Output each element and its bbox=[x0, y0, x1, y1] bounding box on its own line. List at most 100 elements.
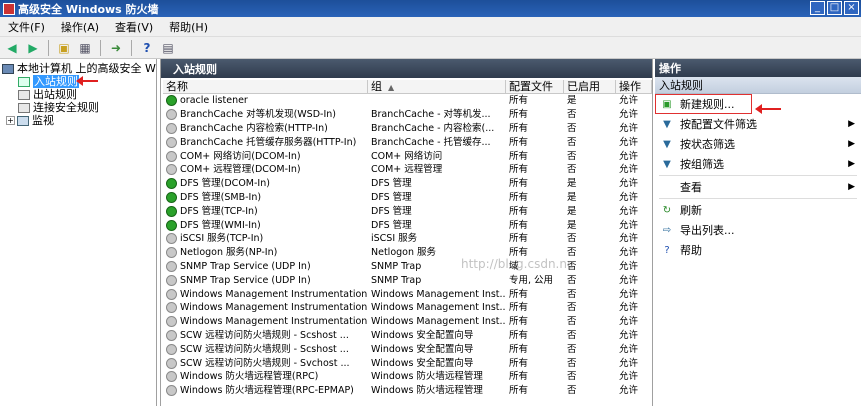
column-header-enabled[interactable]: 已启用 bbox=[564, 80, 616, 93]
table-row[interactable]: DFS 管理(DCOM-In) DFS 管理 所有 是 允许 bbox=[163, 177, 652, 191]
action-pane-icon[interactable]: ▤ bbox=[159, 39, 177, 57]
tree-item-label: 入站规则 bbox=[33, 75, 79, 88]
table-row[interactable]: Netlogon 服务(NP-In) Netlogon 服务 所有否允许 bbox=[163, 246, 652, 260]
expand-icon[interactable]: + bbox=[6, 116, 15, 125]
action-item-label: 查看 bbox=[680, 181, 702, 194]
close-button[interactable]: × bbox=[844, 1, 859, 15]
show-tree-icon[interactable]: ▦ bbox=[76, 39, 94, 57]
disabled-rule-icon bbox=[166, 316, 177, 328]
menu-action[interactable]: 操作(A) bbox=[53, 19, 107, 35]
enabled-check-icon bbox=[166, 205, 177, 217]
table-row[interactable]: oracle listener 所有 是 允许 bbox=[163, 94, 652, 108]
rule-profile-cell: 所有 bbox=[509, 109, 529, 121]
disabled-rule-icon bbox=[166, 109, 177, 121]
minimize-button[interactable]: _ bbox=[810, 1, 825, 15]
rule-group-cell: Windows 安全配置向导 bbox=[371, 343, 474, 355]
annotation-arrow-actions bbox=[755, 104, 781, 114]
rule-enabled-cell: 否 bbox=[567, 136, 577, 148]
export-icon[interactable]: ➜ bbox=[107, 39, 125, 57]
rule-action-cell: 允许 bbox=[619, 191, 639, 203]
rule-action-cell: 允许 bbox=[619, 150, 639, 162]
table-row[interactable]: Windows 防火墙远程管理(RPC-EPMAP) Windows 防火墙远程管… bbox=[163, 384, 652, 398]
column-header-name[interactable]: 名称 bbox=[163, 80, 368, 93]
rule-enabled-cell: 是 bbox=[567, 205, 577, 217]
rule-profile-cell: 所有 bbox=[509, 122, 529, 134]
up-folder-icon[interactable]: ▣ bbox=[55, 39, 73, 57]
rule-enabled-cell: 否 bbox=[567, 302, 577, 314]
column-header-profile[interactable]: 配置文件 bbox=[506, 80, 564, 93]
rule-enabled-cell: 否 bbox=[567, 233, 577, 245]
table-row[interactable]: BranchCache 托管缓存服务器(HTTP-In) BranchCache … bbox=[163, 135, 652, 149]
tree-item-connection-security-rules[interactable]: 连接安全规则 bbox=[0, 101, 156, 114]
tree-item-monitoring[interactable]: + 监视 bbox=[0, 114, 156, 127]
rule-group-cell: Windows Management Inst... bbox=[371, 288, 506, 300]
table-row[interactable]: DFS 管理(TCP-In) DFS 管理 所有 是 允许 bbox=[163, 204, 652, 218]
rule-action-cell: 允许 bbox=[619, 302, 639, 314]
rule-profile-cell: 所有 bbox=[509, 205, 529, 217]
rule-name-cell: SNMP Trap Service (UDP In) bbox=[163, 274, 368, 287]
table-row[interactable]: COM+ 远程管理(DCOM-In) COM+ 远程管理 所有 否 允许 bbox=[163, 163, 652, 177]
menu-help[interactable]: 帮助(H) bbox=[161, 19, 216, 35]
table-row[interactable]: Windows Management Instrumentation... Win… bbox=[163, 301, 652, 315]
menu-file[interactable]: 文件(F) bbox=[0, 19, 53, 35]
rule-enabled-cell: 是 bbox=[567, 95, 577, 107]
rule-action-cell: 允许 bbox=[619, 178, 639, 190]
rule-name-cell: Windows 防火墙远程管理(RPC) bbox=[163, 370, 368, 383]
rule-name-cell: DFS 管理(WMI-In) bbox=[163, 219, 368, 232]
rule-name-text: iSCSI 服务(TCP-In) bbox=[180, 233, 264, 245]
rule-enabled-cell: 否 bbox=[567, 274, 577, 286]
table-row[interactable]: SNMP Trap Service (UDP In) SNMP Trap 专用, 公… bbox=[163, 273, 652, 287]
action-item-label: 按状态筛选 bbox=[680, 138, 735, 151]
table-row[interactable]: COM+ 网络访问(DCOM-In) COM+ 网络访问 所有 否 允许 bbox=[163, 149, 652, 163]
table-row[interactable]: SCW 远程访问防火墙规则 - Scshost ... Windows 安全配置向… bbox=[163, 342, 652, 356]
action-item[interactable]: ⇨ 导出列表... bbox=[655, 220, 861, 240]
rule-name-cell: Windows Management Instrumentation... bbox=[163, 315, 368, 328]
menu-bar: 文件(F) 操作(A) 查看(V) 帮助(H) bbox=[0, 17, 861, 37]
table-row[interactable]: Windows Management Instrumentation... Win… bbox=[163, 315, 652, 329]
column-header-group-label: 组 bbox=[371, 80, 382, 93]
table-row[interactable]: iSCSI 服务(TCP-In) iSCSI 服务 所有 否 允许 bbox=[163, 232, 652, 246]
table-row[interactable]: SCW 远程访问防火墙规则 - Scshost ... Windows 安全配置向… bbox=[163, 329, 652, 343]
help-icon[interactable]: ? bbox=[138, 39, 156, 57]
action-item[interactable]: ▼ 按组筛选 ▶ bbox=[655, 154, 861, 174]
action-item-label: 新建规则... bbox=[680, 98, 735, 111]
table-row[interactable]: DFS 管理(WMI-In) DFS 管理 所有 是 允许 bbox=[163, 218, 652, 232]
table-row[interactable]: Windows 防火墙远程管理(RPC) Windows 防火墙远程管理 所有 否 允许 bbox=[163, 370, 652, 384]
rule-enabled-cell: 否 bbox=[567, 164, 577, 176]
table-row[interactable]: BranchCache 对等机发现(WSD-In) BranchCache - 对… bbox=[163, 108, 652, 122]
action-item[interactable]: 查看 ▶ bbox=[655, 177, 861, 197]
disabled-rule-icon bbox=[166, 302, 177, 314]
actions-title: 操作 bbox=[655, 59, 861, 77]
column-header-action[interactable]: 操作 bbox=[616, 80, 652, 93]
action-item[interactable]: ? 帮助 bbox=[655, 240, 861, 260]
forward-arrow-icon[interactable]: ▶ bbox=[24, 39, 42, 57]
rule-group-cell: Windows Management Inst... bbox=[371, 302, 506, 314]
table-row[interactable]: SCW 远程访问防火墙规则 - Svchost ... Windows 安全配置向… bbox=[163, 356, 652, 370]
maximize-button[interactable]: □ bbox=[827, 1, 842, 15]
table-row[interactable]: BranchCache 内容检索(HTTP-In) BranchCache - 内… bbox=[163, 122, 652, 136]
rule-action-cell: 允许 bbox=[619, 316, 639, 328]
monitoring-icon bbox=[17, 115, 29, 126]
table-row[interactable]: SNMP Trap Service (UDP In) SNMP Trap 域否允许 bbox=[163, 260, 652, 274]
action-item[interactable]: ▣ 新建规则... bbox=[655, 94, 752, 114]
rule-name-text: Windows 防火墙远程管理(RPC-EPMAP) bbox=[180, 385, 354, 397]
tree-item-outbound-rules[interactable]: 出站规则 bbox=[0, 88, 156, 101]
back-arrow-icon[interactable]: ◀ bbox=[3, 39, 21, 57]
rule-name-cell: Windows Management Instrumentation... bbox=[163, 288, 368, 301]
action-item[interactable]: ▼ 按状态筛选 ▶ bbox=[655, 134, 861, 154]
rule-name-text: Windows 防火墙远程管理(RPC) bbox=[180, 371, 319, 383]
column-headers: 名称 组 ▲ 配置文件 已启用 操作 bbox=[163, 80, 652, 94]
rule-name-cell: COM+ 网络访问(DCOM-In) bbox=[163, 150, 368, 163]
actions-section-inbound[interactable]: 入站规则 bbox=[655, 77, 861, 94]
disabled-rule-icon bbox=[166, 385, 177, 397]
tree-root[interactable]: 本地计算机 上的高级安全 Windows bbox=[0, 62, 156, 75]
help-icon: ? bbox=[664, 244, 670, 256]
menu-view[interactable]: 查看(V) bbox=[107, 19, 161, 35]
rule-action-cell: 允许 bbox=[619, 233, 639, 245]
submenu-arrow-icon: ▶ bbox=[848, 119, 855, 129]
table-row[interactable]: DFS 管理(SMB-In) DFS 管理 所有 是 允许 bbox=[163, 191, 652, 205]
action-item[interactable]: ↻ 刷新 bbox=[655, 200, 861, 220]
table-row[interactable]: Windows Management Instrumentation... Win… bbox=[163, 287, 652, 301]
column-header-group[interactable]: 组 ▲ bbox=[368, 80, 506, 93]
action-item[interactable]: ▼ 按配置文件筛选 ▶ bbox=[655, 114, 861, 134]
